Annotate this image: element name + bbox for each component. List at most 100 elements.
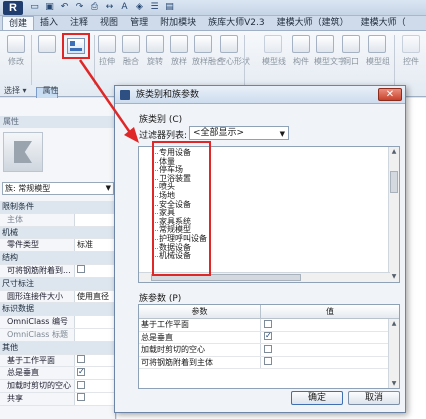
opening-tool[interactable]: 洞口 — [340, 35, 362, 67]
component-tool[interactable]: 构件 — [290, 35, 312, 67]
param-checkbox[interactable] — [264, 344, 272, 353]
tab-create[interactable]: 创建 — [2, 16, 35, 30]
params-header: 参数 值 — [139, 305, 399, 319]
property-label: OmniClass 标题 — [7, 329, 68, 339]
tab-annotate[interactable]: 注释 — [64, 16, 94, 30]
property-value[interactable] — [74, 380, 116, 392]
param-value — [261, 319, 399, 331]
title-bar: R ▭ ▣ ↶ ↷ ⎙ ↔ A ◈ ☰ ▤ — [0, 0, 426, 16]
text-icon[interactable]: A — [118, 1, 131, 14]
modify-tool[interactable]: 修改 — [5, 35, 27, 67]
category-vertical-scrollbar[interactable]: ▲ ▼ — [388, 147, 399, 282]
property-value[interactable] — [74, 354, 116, 367]
param-name: 总是垂直 — [139, 331, 261, 343]
tab-insert[interactable]: 插入 — [34, 16, 64, 30]
model-text-tool[interactable]: 模型文字 — [314, 35, 346, 67]
scroll-down-icon[interactable]: ▼ — [389, 272, 399, 282]
ribbon-separator — [394, 35, 395, 85]
model-group-tool[interactable]: 模型组 — [366, 35, 390, 67]
ribbon-separator — [31, 35, 32, 85]
revolve-icon — [146, 35, 164, 53]
undo-icon[interactable]: ↶ — [58, 1, 71, 14]
dialog-titlebar: 族类别和族参数 ✕ — [115, 86, 405, 104]
void-forms-tool[interactable]: 空心形状 — [218, 35, 250, 67]
tab-addins[interactable]: 附加模块 — [154, 16, 202, 30]
blend-label: 融合 — [123, 57, 139, 66]
type-selector[interactable]: 族: 常规模型 ▼ — [2, 182, 114, 195]
close-button[interactable]: ✕ — [378, 88, 402, 101]
family-preview-icon — [3, 132, 43, 172]
property-group[interactable]: 机械 — [0, 226, 116, 240]
view-3d-icon[interactable]: ◈ — [133, 1, 146, 14]
property-value[interactable]: 标准 — [74, 239, 116, 252]
property-checkbox[interactable] — [77, 265, 85, 274]
property-value[interactable]: 使用直径 — [74, 290, 116, 303]
revit-icon — [120, 90, 130, 100]
open-icon[interactable]: ▭ — [28, 1, 41, 14]
extrusion-icon — [98, 35, 116, 53]
model-line-tool[interactable]: 模型线 — [262, 35, 286, 67]
property-value[interactable] — [74, 328, 116, 341]
model-text-icon — [316, 35, 334, 53]
blend-tool[interactable]: 融合 — [120, 35, 142, 67]
dialog-title: 族类别和族参数 — [136, 90, 200, 100]
param-checkbox[interactable] — [264, 357, 272, 365]
property-value[interactable] — [74, 264, 116, 277]
property-row: 零件类型 标准 — [0, 239, 116, 253]
property-group[interactable]: 结构 — [0, 252, 116, 265]
params-table: 参数 值 基于工作平面总是垂直加载时剪切的空心可将钢筋附着到主体 ▲ ▼ — [138, 304, 400, 389]
param-name: 基于工作平面 — [139, 319, 261, 331]
property-value[interactable] — [74, 367, 116, 380]
ok-button[interactable]: 确定 — [291, 391, 343, 405]
property-group[interactable]: 尺寸标注 — [0, 277, 116, 291]
scroll-up-icon[interactable]: ▲ — [389, 147, 399, 157]
property-checkbox[interactable] — [77, 380, 85, 389]
save-icon[interactable]: ▣ — [43, 1, 56, 14]
family-category-button[interactable] — [62, 33, 90, 59]
filter-select[interactable]: <全部显示> ▼ — [189, 126, 289, 140]
select-dropdown[interactable]: 选择 ▾ — [0, 84, 31, 97]
cancel-button[interactable]: 取消 — [348, 391, 400, 405]
property-group[interactable]: 标识数据 — [0, 303, 116, 317]
control-icon — [402, 35, 420, 53]
app-logo[interactable]: R — [3, 1, 23, 15]
param-checkbox[interactable] — [264, 319, 272, 328]
scroll-thumb[interactable] — [390, 171, 398, 193]
control-label: 控件 — [403, 57, 419, 66]
param-name: 可将钢筋附着到主体 — [139, 356, 261, 368]
swept-blend-tool[interactable]: 放样融合 — [192, 35, 224, 67]
chevron-down-icon: ▼ — [279, 130, 285, 138]
tab-view[interactable]: 视图 — [94, 16, 124, 30]
scroll-up-icon[interactable]: ▲ — [389, 319, 399, 329]
tab-modeling-master-arch[interactable]: 建模大师（建筑） — [271, 16, 355, 30]
property-row: 共享 — [0, 392, 116, 406]
print-icon[interactable]: ⎙ — [88, 1, 101, 14]
control-tool[interactable]: 控件 — [400, 35, 422, 67]
sweep-tool[interactable]: 放样 — [168, 35, 190, 67]
property-value[interactable] — [74, 392, 116, 405]
revolve-tool[interactable]: 旋转 — [144, 35, 166, 67]
property-group[interactable]: 其他 — [0, 341, 116, 355]
windows-icon[interactable]: ▤ — [163, 1, 176, 14]
tab-modeling-master[interactable]: 建模大师（ — [355, 16, 412, 30]
scroll-down-icon[interactable]: ▼ — [389, 379, 399, 388]
redo-icon[interactable]: ↷ — [73, 1, 86, 14]
param-checkbox[interactable] — [264, 330, 272, 343]
property-row: 总是垂直 — [0, 367, 116, 381]
annotation-highlight-box — [152, 141, 211, 276]
extrusion-tool[interactable]: 拉伸 — [96, 35, 118, 67]
property-group[interactable]: 限制条件 — [0, 201, 116, 214]
thin-lines-icon[interactable]: ☰ — [148, 1, 161, 14]
tab-family-library[interactable]: 族库大师V2.3 — [202, 16, 270, 30]
params-scrollbar[interactable]: ▲ ▼ — [388, 319, 399, 388]
property-row: 基于工作平面 — [0, 354, 116, 368]
property-value[interactable] — [74, 316, 116, 328]
property-label: 可将钢筋附着到... — [7, 265, 71, 275]
property-value[interactable] — [74, 213, 116, 226]
tab-manage[interactable]: 管理 — [124, 16, 154, 30]
type-properties-tool[interactable] — [36, 35, 58, 53]
property-checkbox[interactable] — [77, 393, 85, 402]
measure-icon[interactable]: ↔ — [103, 1, 116, 14]
property-checkbox[interactable] — [77, 367, 85, 379]
property-checkbox[interactable] — [77, 355, 85, 364]
